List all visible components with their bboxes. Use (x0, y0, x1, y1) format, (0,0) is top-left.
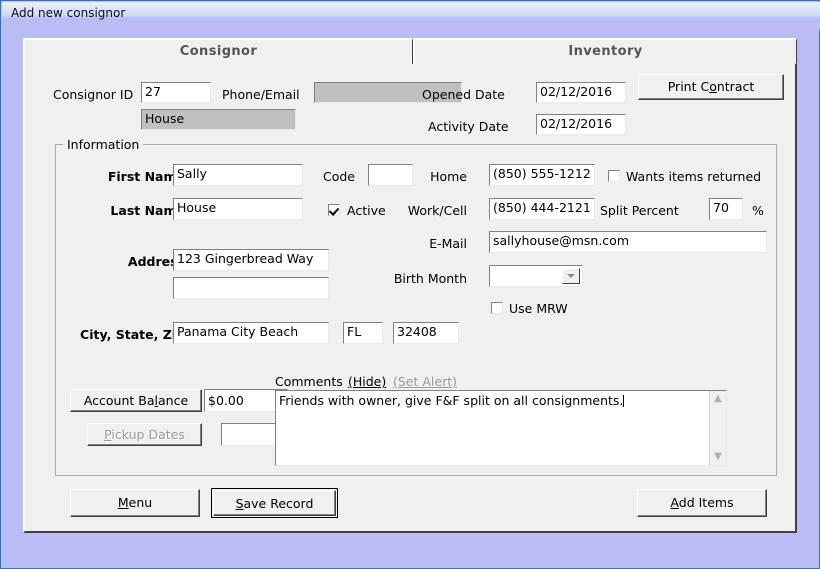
opened-date-value: 02/12/2016 (540, 84, 613, 99)
address-line2-input[interactable] (173, 277, 329, 299)
active-label: Active (347, 203, 386, 218)
wants-items-returned-checkbox[interactable] (608, 170, 620, 182)
comments-label: Comments (275, 374, 343, 389)
address-line1-input[interactable]: 123 Gingerbread Way (173, 249, 329, 271)
split-percent-value: 70 (713, 200, 729, 215)
comments-value: Friends with owner, give F&F split on al… (279, 393, 624, 408)
first-name-label: First Name (107, 169, 185, 184)
comments-hide-link[interactable]: (Hide) (348, 374, 386, 389)
tab-consignor[interactable]: Consignor (23, 38, 413, 64)
comments-set-alert-link[interactable]: (Set Alert) (393, 374, 457, 389)
home-phone-value: (850) 555-1212 (493, 166, 591, 181)
information-legend: Information (63, 137, 144, 152)
account-name-field[interactable]: House (141, 109, 296, 130)
birth-month-label: Birth Month (393, 271, 467, 286)
city-input[interactable]: Panama City Beach (173, 322, 329, 344)
email-input[interactable]: sallyhouse@msn.com (489, 231, 767, 253)
print-contract-label: Print Contract (667, 79, 755, 94)
home-label: Home (430, 169, 467, 184)
last-name-value: House (177, 200, 217, 215)
activity-date-input[interactable]: 02/12/2016 (536, 114, 626, 135)
work-cell-value: (850) 444-2121 (493, 200, 591, 215)
phone-email-label: Phone/Email (222, 87, 300, 102)
use-mrw-checkbox[interactable] (491, 302, 503, 314)
home-phone-input[interactable]: (850) 555-1212 (489, 164, 595, 186)
split-percent-input[interactable]: 70 (709, 198, 743, 220)
consignor-id-label: Consignor ID (53, 87, 134, 102)
consignor-panel: Consignor ID 27 Phone/Email House Opened… (23, 63, 797, 533)
zip-input[interactable]: 32408 (393, 322, 459, 344)
email-label: E-Mail (429, 236, 467, 251)
wants-items-returned-label: Wants items returned (626, 169, 762, 184)
application-window: Add new consignor Consignor Inventory Co… (0, 0, 820, 569)
address-label: Address (127, 254, 185, 269)
window-title: Add new consignor (11, 6, 126, 20)
chevron-down-icon[interactable] (562, 268, 580, 284)
tab-inventory-label: Inventory (568, 44, 643, 59)
code-label: Code (323, 169, 356, 184)
active-checkbox[interactable] (328, 204, 340, 216)
work-cell-label: Work/Cell (407, 203, 467, 218)
split-percent-label: Split Percent (600, 203, 679, 218)
city-value: Panama City Beach (177, 324, 299, 339)
save-record-label: Save Record (235, 495, 314, 511)
save-record-button[interactable]: Save Record (211, 488, 338, 518)
pickup-dates-label: Pickup Dates (104, 427, 185, 442)
last-name-label: Last Name (110, 203, 185, 218)
consignor-id-value: 27 (145, 84, 161, 99)
birth-month-select[interactable] (489, 265, 583, 287)
zip-value: 32408 (397, 324, 437, 339)
add-items-label: Add Items (670, 495, 734, 510)
tab-inventory[interactable]: Inventory (413, 38, 797, 64)
activity-date-label: Activity Date (428, 119, 509, 134)
tab-consignor-label: Consignor (179, 44, 258, 59)
last-name-input[interactable]: House (173, 198, 303, 220)
menu-label: Menu (117, 495, 153, 510)
first-name-value: Sally (177, 166, 207, 181)
account-balance-label: Account Balance (83, 393, 189, 408)
use-mrw-label: Use MRW (509, 301, 568, 316)
first-name-input[interactable]: Sally (173, 164, 303, 186)
activity-date-value: 02/12/2016 (540, 116, 613, 131)
print-contract-button[interactable]: Print Contract (638, 74, 784, 100)
address-line1-value: 123 Gingerbread Way (177, 251, 314, 266)
menu-button[interactable]: Menu (70, 489, 200, 517)
pickup-dates-button[interactable]: Pickup Dates (87, 423, 202, 446)
email-value: sallyhouse@msn.com (493, 233, 629, 248)
comments-scrollbar[interactable]: ▲ ▼ (709, 391, 726, 465)
consignor-id-input[interactable]: 27 (141, 82, 211, 103)
add-items-button[interactable]: Add Items (637, 489, 767, 517)
text-caret (623, 395, 625, 407)
opened-date-input[interactable]: 02/12/2016 (536, 82, 626, 103)
work-cell-input[interactable]: (850) 444-2121 (489, 198, 595, 220)
account-balance-value: $0.00 (208, 393, 244, 408)
account-name-value: House (145, 111, 185, 126)
opened-date-label: Opened Date (422, 87, 505, 102)
city-state-zip-label: City, State, Zip (80, 327, 185, 342)
scroll-up-icon[interactable]: ▲ (710, 391, 726, 407)
percent-symbol: % (752, 203, 764, 218)
window-titlebar: Add new consignor (2, 2, 820, 30)
scroll-down-icon[interactable]: ▼ (710, 449, 726, 465)
account-balance-button[interactable]: Account Balance (70, 389, 202, 412)
comments-textarea[interactable]: Friends with owner, give F&F split on al… (275, 390, 727, 466)
state-input[interactable]: FL (343, 322, 383, 344)
comments-text-content: Friends with owner, give F&F split on al… (279, 393, 706, 408)
state-value: FL (347, 324, 362, 339)
